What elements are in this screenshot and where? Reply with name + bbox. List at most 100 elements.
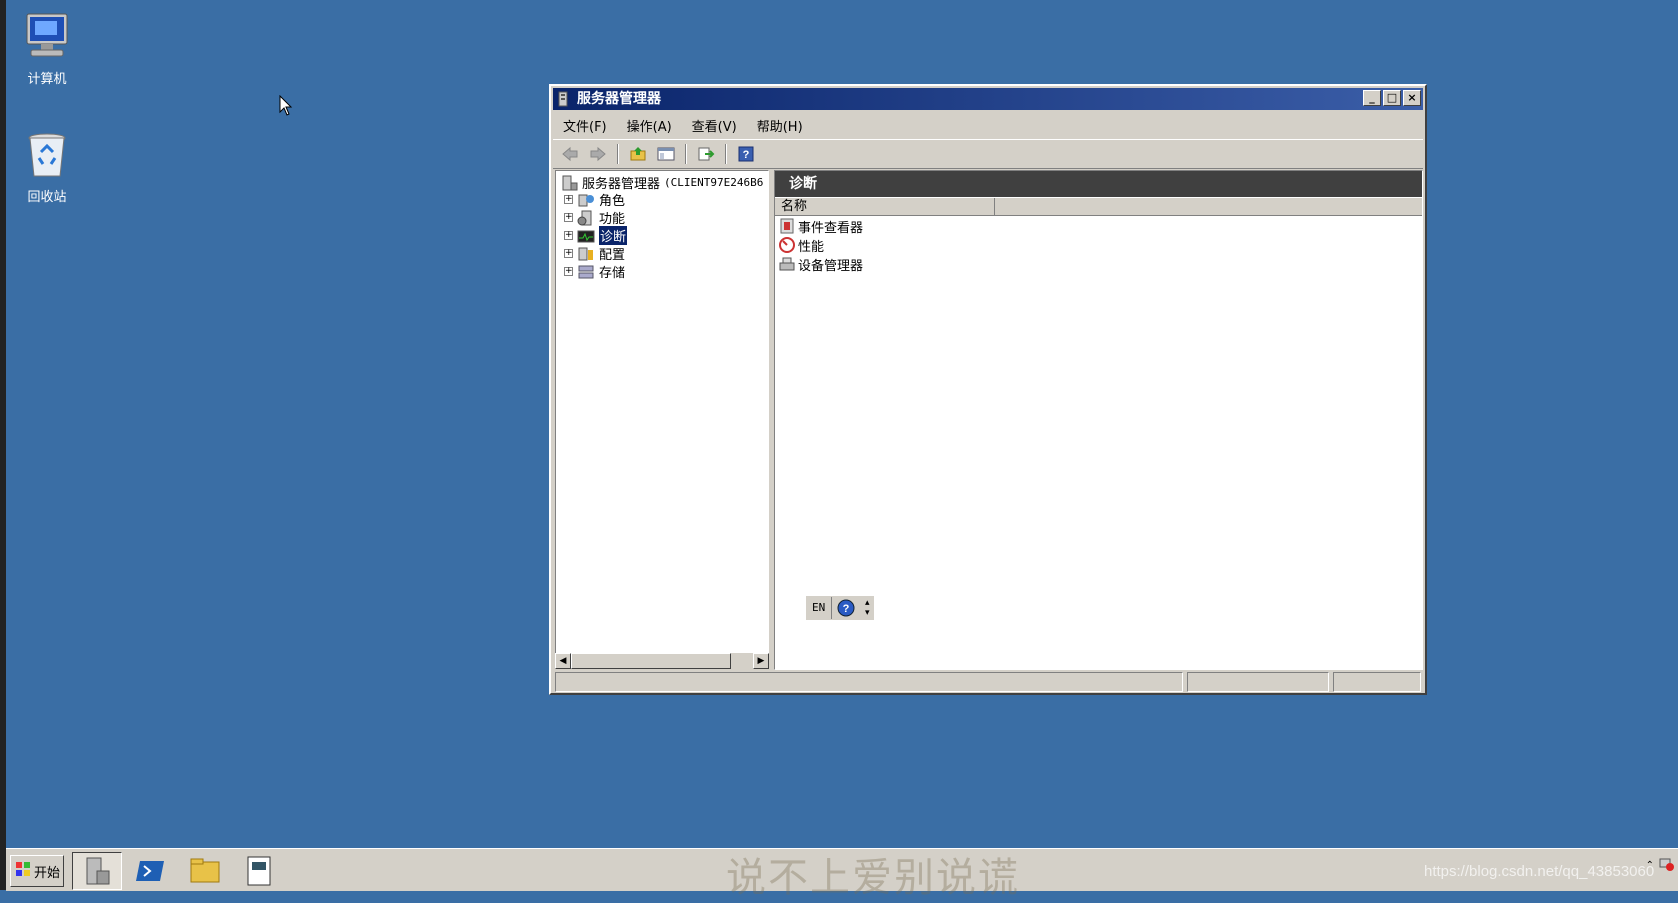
language-bar[interactable]: EN ? ▴ ▾: [805, 595, 876, 621]
list-item-performance[interactable]: 性能: [779, 236, 825, 255]
minimize-button[interactable]: _: [1363, 90, 1381, 106]
tree-node-diagnostics[interactable]: + 诊断: [564, 226, 628, 245]
desktop-icon-computer[interactable]: 计算机: [7, 12, 87, 87]
export-icon: [698, 147, 715, 161]
document-icon: [247, 856, 271, 886]
result-pane-header: 诊断: [775, 171, 1422, 197]
svg-text:?: ?: [843, 603, 850, 615]
tree-node-label: 存储: [599, 266, 626, 281]
console-tree-icon: [657, 147, 675, 161]
watermark-url: https://blog.csdn.net/qq_43853060: [1424, 863, 1655, 880]
export-list-button[interactable]: [695, 143, 717, 165]
scroll-right-icon[interactable]: ▶: [753, 653, 769, 669]
desktop-icon-recycle-bin[interactable]: 回收站: [7, 130, 87, 205]
up-level-button[interactable]: [627, 143, 649, 165]
result-pane: 诊断 名称 事件查看器 性能 设备管理器 EN ? ▴ ▾: [774, 170, 1423, 670]
start-label: 开始: [34, 865, 61, 881]
taskbar-explorer[interactable]: [180, 852, 230, 890]
start-button[interactable]: 开始: [10, 855, 64, 887]
server-manager-icon: [557, 91, 571, 107]
device-manager-icon: [779, 256, 795, 272]
storage-icon: [577, 264, 595, 280]
console-tree: 服务器管理器 (CLIENT97E246B6 + 角色 + 功能 + 诊断 + …: [555, 170, 769, 668]
scroll-track[interactable]: [731, 653, 753, 670]
forward-button[interactable]: [587, 143, 609, 165]
screen-left-edge: [0, 0, 6, 890]
server-manager-icon: [86, 857, 110, 885]
server-icon: [560, 175, 578, 191]
toolbar-separator: [617, 144, 619, 164]
server-manager-window: 服务器管理器 _ □ × 文件(F) 操作(A) 查看(V) 帮助(H) ? 服…: [549, 84, 1427, 695]
maximize-button[interactable]: □: [1383, 90, 1401, 106]
expand-icon[interactable]: +: [564, 267, 573, 276]
tree-horizontal-scrollbar[interactable]: ◀ ▶: [555, 653, 769, 670]
performance-icon: [779, 237, 795, 253]
status-cell-2: [1187, 672, 1329, 692]
tree-node-label: 功能: [599, 212, 626, 227]
tree-root-host: (CLIENT97E246B6: [664, 176, 764, 189]
menu-view[interactable]: 查看(V): [682, 116, 747, 135]
langbar-options-icon[interactable]: ▴ ▾: [860, 598, 874, 618]
window-controls: _ □ ×: [1363, 90, 1421, 106]
column-headers: 名称: [775, 198, 1422, 216]
folder-up-icon: [630, 147, 646, 161]
expand-icon[interactable]: +: [564, 195, 573, 204]
diagnostics-icon: [577, 228, 595, 244]
tree-node-label: 诊断: [599, 226, 628, 245]
input-language[interactable]: EN: [806, 597, 833, 619]
system-tray: ⌃: [1646, 857, 1674, 874]
tree-node-label: 配置: [599, 248, 626, 263]
list-item-label: 设备管理器: [798, 258, 864, 274]
back-button[interactable]: [559, 143, 581, 165]
menu-action[interactable]: 操作(A): [617, 116, 682, 135]
help-icon: ?: [738, 146, 754, 162]
desktop-icon-label: 计算机: [27, 72, 67, 87]
tray-expand-icon[interactable]: ⌃: [1646, 860, 1654, 871]
event-viewer-icon: [779, 218, 795, 234]
network-icon[interactable]: [1658, 857, 1674, 874]
tree-node-roles[interactable]: + 角色: [564, 191, 626, 209]
scroll-thumb[interactable]: [571, 653, 731, 669]
back-arrow-icon: [562, 146, 578, 162]
expand-icon[interactable]: +: [564, 213, 573, 222]
desktop-icon-label: 回收站: [27, 190, 67, 205]
window-title: 服务器管理器: [577, 91, 661, 107]
langbar-help-icon[interactable]: ?: [832, 599, 860, 617]
taskbar-document[interactable]: [234, 852, 284, 890]
computer-icon: [21, 12, 73, 64]
scroll-left-icon[interactable]: ◀: [555, 653, 571, 669]
list-item-label: 性能: [798, 239, 825, 255]
menu-help[interactable]: 帮助(H): [747, 116, 813, 135]
tree-node-label: 角色: [599, 194, 626, 209]
status-cell-3: [1333, 672, 1421, 692]
expand-icon[interactable]: +: [564, 231, 573, 240]
toolbar: ?: [553, 139, 1423, 169]
list-item-device-manager[interactable]: 设备管理器: [779, 255, 864, 274]
show-hide-console-tree-button[interactable]: [655, 143, 677, 165]
tree-root-server-manager[interactable]: 服务器管理器 (CLIENT97E246B6: [560, 173, 763, 192]
watermark-text: 说不上爱别说谎: [726, 855, 1020, 901]
tree-node-features[interactable]: + 功能: [564, 209, 626, 227]
title-bar[interactable]: 服务器管理器 _ □ ×: [553, 88, 1423, 110]
menu-bar: 文件(F) 操作(A) 查看(V) 帮助(H): [553, 113, 1423, 137]
close-button[interactable]: ×: [1403, 90, 1421, 106]
menu-file[interactable]: 文件(F): [553, 116, 617, 135]
windows-logo-icon: [15, 861, 31, 881]
taskbar-server-manager[interactable]: [72, 852, 122, 890]
column-header-empty[interactable]: [995, 198, 1422, 215]
taskbar-powershell[interactable]: [126, 852, 176, 890]
folder-icon: [190, 858, 220, 883]
mouse-cursor-icon: [279, 94, 293, 121]
tree-node-storage[interactable]: + 存储: [564, 263, 626, 281]
tree-node-configuration[interactable]: + 配置: [564, 245, 626, 263]
status-bar: [555, 672, 1421, 692]
list-item-event-viewer[interactable]: 事件查看器: [779, 217, 864, 236]
list-item-label: 事件查看器: [798, 220, 864, 236]
features-icon: [577, 210, 595, 226]
toolbar-separator: [725, 144, 727, 164]
powershell-icon: [136, 861, 164, 881]
expand-icon[interactable]: +: [564, 249, 573, 258]
status-cell-main: [555, 672, 1183, 692]
help-button[interactable]: ?: [735, 143, 757, 165]
column-header-name[interactable]: 名称: [775, 198, 995, 215]
